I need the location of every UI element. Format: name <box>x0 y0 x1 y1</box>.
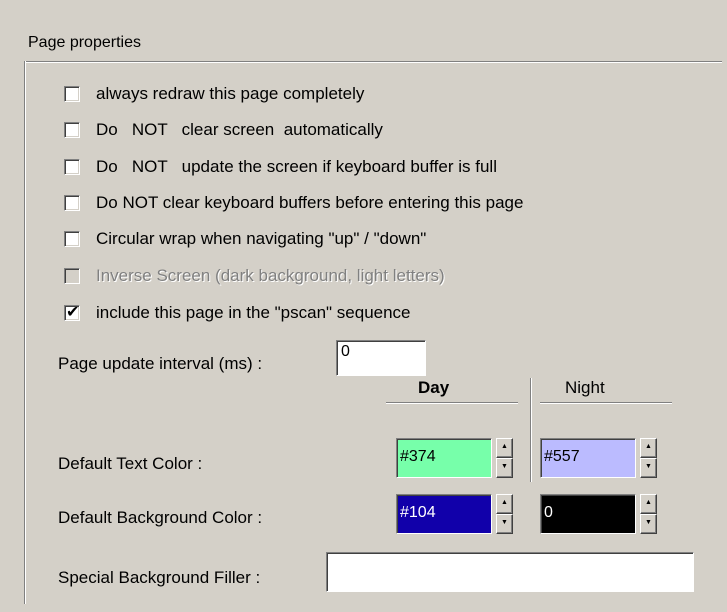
group-border-left <box>24 61 26 604</box>
checkbox-label: include this page in the "pscan" sequenc… <box>96 303 411 322</box>
background-color-night-value: 0 <box>544 504 553 521</box>
checkbox-inverse-screen: Inverse Screen (dark background, light l… <box>64 265 445 287</box>
text-color-night-spinner[interactable]: ▲ ▼ <box>640 438 657 478</box>
background-color-night-spinner[interactable]: ▲ ▼ <box>640 494 657 534</box>
spin-up-icon[interactable]: ▲ <box>496 438 513 458</box>
update-interval-label: Page update interval (ms) : <box>58 354 263 373</box>
night-column-header: Night <box>565 378 605 397</box>
day-header-underline <box>386 402 518 404</box>
checkbox-label: Circular wrap when navigating "up" / "do… <box>96 229 427 248</box>
spin-down-icon[interactable]: ▼ <box>640 458 657 478</box>
background-color-day-value: #104 <box>400 504 436 521</box>
update-interval-input[interactable]: 0 <box>336 340 426 376</box>
checkbox-label: Do NOT clear keyboard buffers before ent… <box>96 193 524 212</box>
checkbox-label: always redraw this page completely <box>96 84 365 103</box>
spin-down-icon[interactable]: ▼ <box>640 514 657 534</box>
text-color-day-spinner[interactable]: ▲ ▼ <box>496 438 513 478</box>
checkbox-box[interactable]: ✔ <box>64 304 80 321</box>
text-color-night-value: #557 <box>544 448 580 465</box>
checkbox-no-clear-keyboard-buffers[interactable]: Do NOT clear keyboard buffers before ent… <box>64 192 523 214</box>
group-border-top <box>24 61 722 63</box>
background-color-label: Default Background Color : <box>58 508 263 527</box>
checkbox-box[interactable] <box>64 231 80 247</box>
spin-down-icon[interactable]: ▼ <box>496 458 513 478</box>
night-header-underline <box>540 402 672 404</box>
spin-up-icon[interactable]: ▲ <box>640 438 657 458</box>
checkbox-box[interactable] <box>64 159 80 175</box>
day-night-separator <box>530 378 532 482</box>
checkbox-always-redraw[interactable]: always redraw this page completely <box>64 83 364 105</box>
background-color-night-field[interactable]: 0 <box>540 494 636 534</box>
checkbox-label: Inverse Screen (dark background, light l… <box>96 266 445 285</box>
checkbox-box <box>64 268 80 284</box>
background-color-day-field[interactable]: #104 <box>396 494 492 534</box>
text-color-night-field[interactable]: #557 <box>540 438 636 478</box>
checkbox-include-in-pscan[interactable]: ✔ include this page in the "pscan" seque… <box>64 302 411 324</box>
group-title: Page properties <box>28 34 141 51</box>
text-color-day-value: #374 <box>400 448 436 465</box>
checkbox-label: Do NOT update the screen if keyboard buf… <box>96 157 497 176</box>
checkbox-box[interactable] <box>64 195 80 211</box>
background-color-day-spinner[interactable]: ▲ ▼ <box>496 494 513 534</box>
spin-up-icon[interactable]: ▲ <box>640 494 657 514</box>
checkbox-no-clear-screen[interactable]: Do NOT clear screen automatically <box>64 119 383 141</box>
checkbox-label: Do NOT clear screen automatically <box>96 120 383 139</box>
checkbox-box[interactable] <box>64 86 80 102</box>
checkbox-no-update-when-buffer-full[interactable]: Do NOT update the screen if keyboard buf… <box>64 156 497 178</box>
special-filler-input[interactable] <box>326 552 694 592</box>
spin-up-icon[interactable]: ▲ <box>496 494 513 514</box>
day-column-header: Day <box>418 378 450 397</box>
special-filler-label: Special Background Filler : <box>58 568 261 587</box>
text-color-label: Default Text Color : <box>58 454 203 473</box>
text-color-day-field[interactable]: #374 <box>396 438 492 478</box>
check-icon: ✔ <box>66 304 80 321</box>
checkbox-box[interactable] <box>64 122 80 138</box>
spin-down-icon[interactable]: ▼ <box>496 514 513 534</box>
checkbox-circular-wrap[interactable]: Circular wrap when navigating "up" / "do… <box>64 228 426 250</box>
